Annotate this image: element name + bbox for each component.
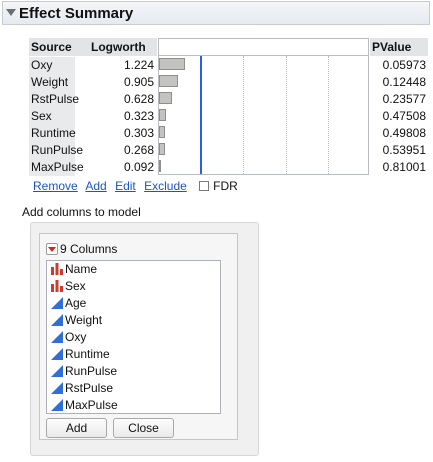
significance-reference-line — [200, 56, 202, 174]
columns-header: 9 Columns — [46, 242, 117, 256]
fdr-checkbox[interactable] — [199, 181, 210, 191]
column-name: Name — [65, 262, 98, 276]
column-selector: 9 Columns Name Sex Age Weight Oxy Runtime RunP… — [39, 233, 238, 440]
pvalue-cell: 0.53951 — [382, 143, 426, 157]
pvalue-cell: 0.05973 — [382, 58, 426, 72]
continuous-icon — [51, 399, 63, 411]
source-cell: RunPulse — [29, 142, 84, 159]
edit-link[interactable]: Edit — [115, 179, 136, 193]
remove-link[interactable]: Remove — [33, 179, 78, 193]
list-item[interactable]: RunPulse — [47, 363, 220, 380]
logworth-cell: 0.092 — [123, 160, 154, 174]
continuous-icon — [51, 314, 63, 326]
columns-count: 9 Columns — [60, 242, 118, 256]
column-name: Oxy — [65, 330, 87, 344]
logworth-plot-header — [158, 38, 369, 56]
plot-gridline — [328, 56, 329, 174]
column-name: RstPulse — [65, 381, 114, 395]
list-item[interactable]: Runtime — [47, 346, 220, 363]
pvalue-cell: 0.12448 — [382, 75, 426, 89]
logworth-bar — [159, 109, 166, 121]
red-triangle-menu-icon[interactable] — [46, 243, 58, 255]
source-cell: Weight — [29, 74, 75, 91]
logworth-cell: 1.224 — [123, 58, 154, 72]
logworth-bar — [159, 75, 178, 87]
effect-actions: Remove Add Edit Exclude FDR — [33, 178, 238, 194]
continuous-icon — [51, 365, 63, 377]
logworth-bar — [159, 143, 165, 155]
column-name: Sex — [65, 279, 86, 293]
logworth-bar — [159, 58, 185, 70]
column-name: MaxPulse — [65, 398, 118, 412]
logworth-cell: 0.905 — [123, 75, 154, 89]
column-name: Runtime — [65, 347, 110, 361]
pvalue-cell: 0.47508 — [382, 109, 426, 123]
list-item[interactable]: Sex — [47, 278, 220, 295]
list-item[interactable]: Age — [47, 295, 220, 312]
pvalue-header: PValue — [370, 38, 428, 56]
outline-title: Effect Summary — [19, 5, 134, 22]
source-header: Source — [29, 38, 75, 56]
logworth-cell: 0.268 — [123, 143, 154, 157]
continuous-icon — [51, 331, 63, 343]
logworth-header: Logworth — [75, 38, 157, 56]
plot-gridline — [286, 56, 287, 174]
continuous-icon — [51, 297, 63, 309]
list-item[interactable]: Oxy — [47, 329, 220, 346]
add-button[interactable]: Add — [46, 418, 107, 438]
list-item[interactable]: RstPulse — [47, 380, 220, 397]
continuous-icon — [51, 382, 63, 394]
column-list[interactable]: Name Sex Age Weight Oxy Runtime RunPulse RstPul… — [46, 260, 221, 414]
pvalue-cell: 0.49808 — [382, 126, 426, 140]
column-name: Weight — [65, 313, 103, 327]
nominal-icon — [51, 280, 63, 292]
close-button[interactable]: Close — [113, 418, 174, 438]
effect-summary-header[interactable]: Effect Summary — [2, 1, 430, 25]
continuous-icon — [51, 348, 63, 360]
column-name: Age — [65, 296, 87, 310]
disclosure-triangle-icon[interactable] — [6, 9, 16, 16]
source-cell: Sex — [29, 108, 75, 125]
add-columns-title: Add columns to model — [22, 205, 141, 219]
logworth-plot — [158, 56, 369, 175]
logworth-bar — [159, 92, 172, 104]
add-columns-panel: 9 Columns Name Sex Age Weight Oxy Runtime RunP… — [30, 222, 259, 456]
exclude-link[interactable]: Exclude — [144, 179, 187, 193]
pvalue-cell: 0.23577 — [382, 92, 426, 106]
list-item[interactable]: Name — [47, 261, 220, 278]
source-cell: Runtime — [29, 125, 76, 142]
logworth-cell: 0.628 — [123, 92, 154, 106]
source-cell: RstPulse — [29, 91, 80, 108]
logworth-cell: 0.323 — [123, 109, 154, 123]
source-cell: Oxy — [29, 57, 75, 74]
fdr-label: FDR — [213, 179, 238, 193]
pvalue-cell: 0.81001 — [382, 160, 426, 174]
nominal-icon — [51, 263, 63, 275]
source-cell: MaxPulse — [29, 159, 84, 176]
logworth-cell: 0.303 — [123, 126, 154, 140]
list-item[interactable]: MaxPulse — [47, 397, 220, 413]
logworth-bar — [159, 160, 161, 172]
list-item[interactable]: Weight — [47, 312, 220, 329]
column-name: RunPulse — [65, 364, 118, 378]
add-link[interactable]: Add — [85, 179, 106, 193]
logworth-bar — [159, 126, 165, 138]
plot-gridline — [243, 56, 244, 174]
